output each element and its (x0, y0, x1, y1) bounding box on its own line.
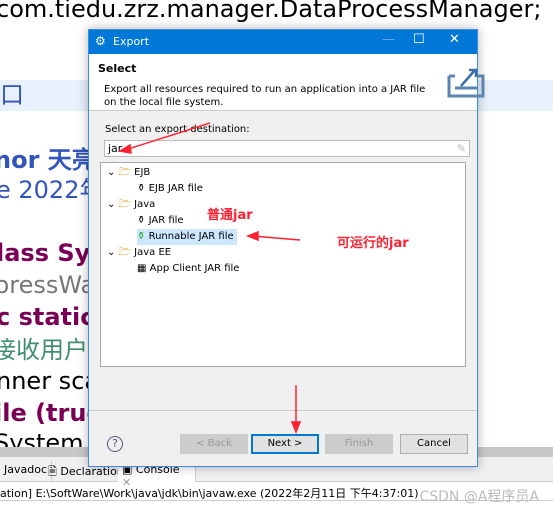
arrow-to-runnable (252, 235, 301, 241)
annotation-runnable-jar: 可运行的jar (337, 236, 409, 251)
arrow-to-filter (124, 122, 211, 151)
annotation-normal-jar: 普通jar (207, 208, 253, 223)
annotation-arrows (117, 122, 302, 435)
